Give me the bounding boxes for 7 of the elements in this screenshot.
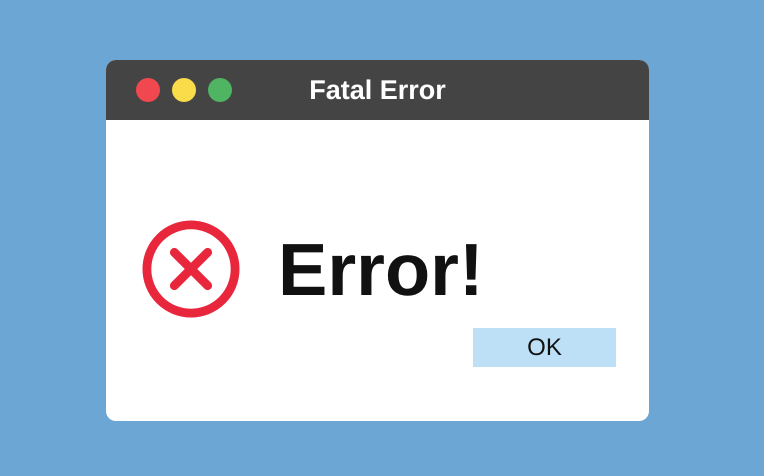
ok-button[interactable]: OK (473, 328, 616, 367)
close-icon[interactable] (136, 78, 160, 102)
maximize-icon[interactable] (208, 78, 232, 102)
minimize-icon[interactable] (172, 78, 196, 102)
error-icon (142, 220, 240, 318)
window-title: Fatal Error (309, 74, 446, 106)
error-message: Error! (278, 226, 484, 312)
